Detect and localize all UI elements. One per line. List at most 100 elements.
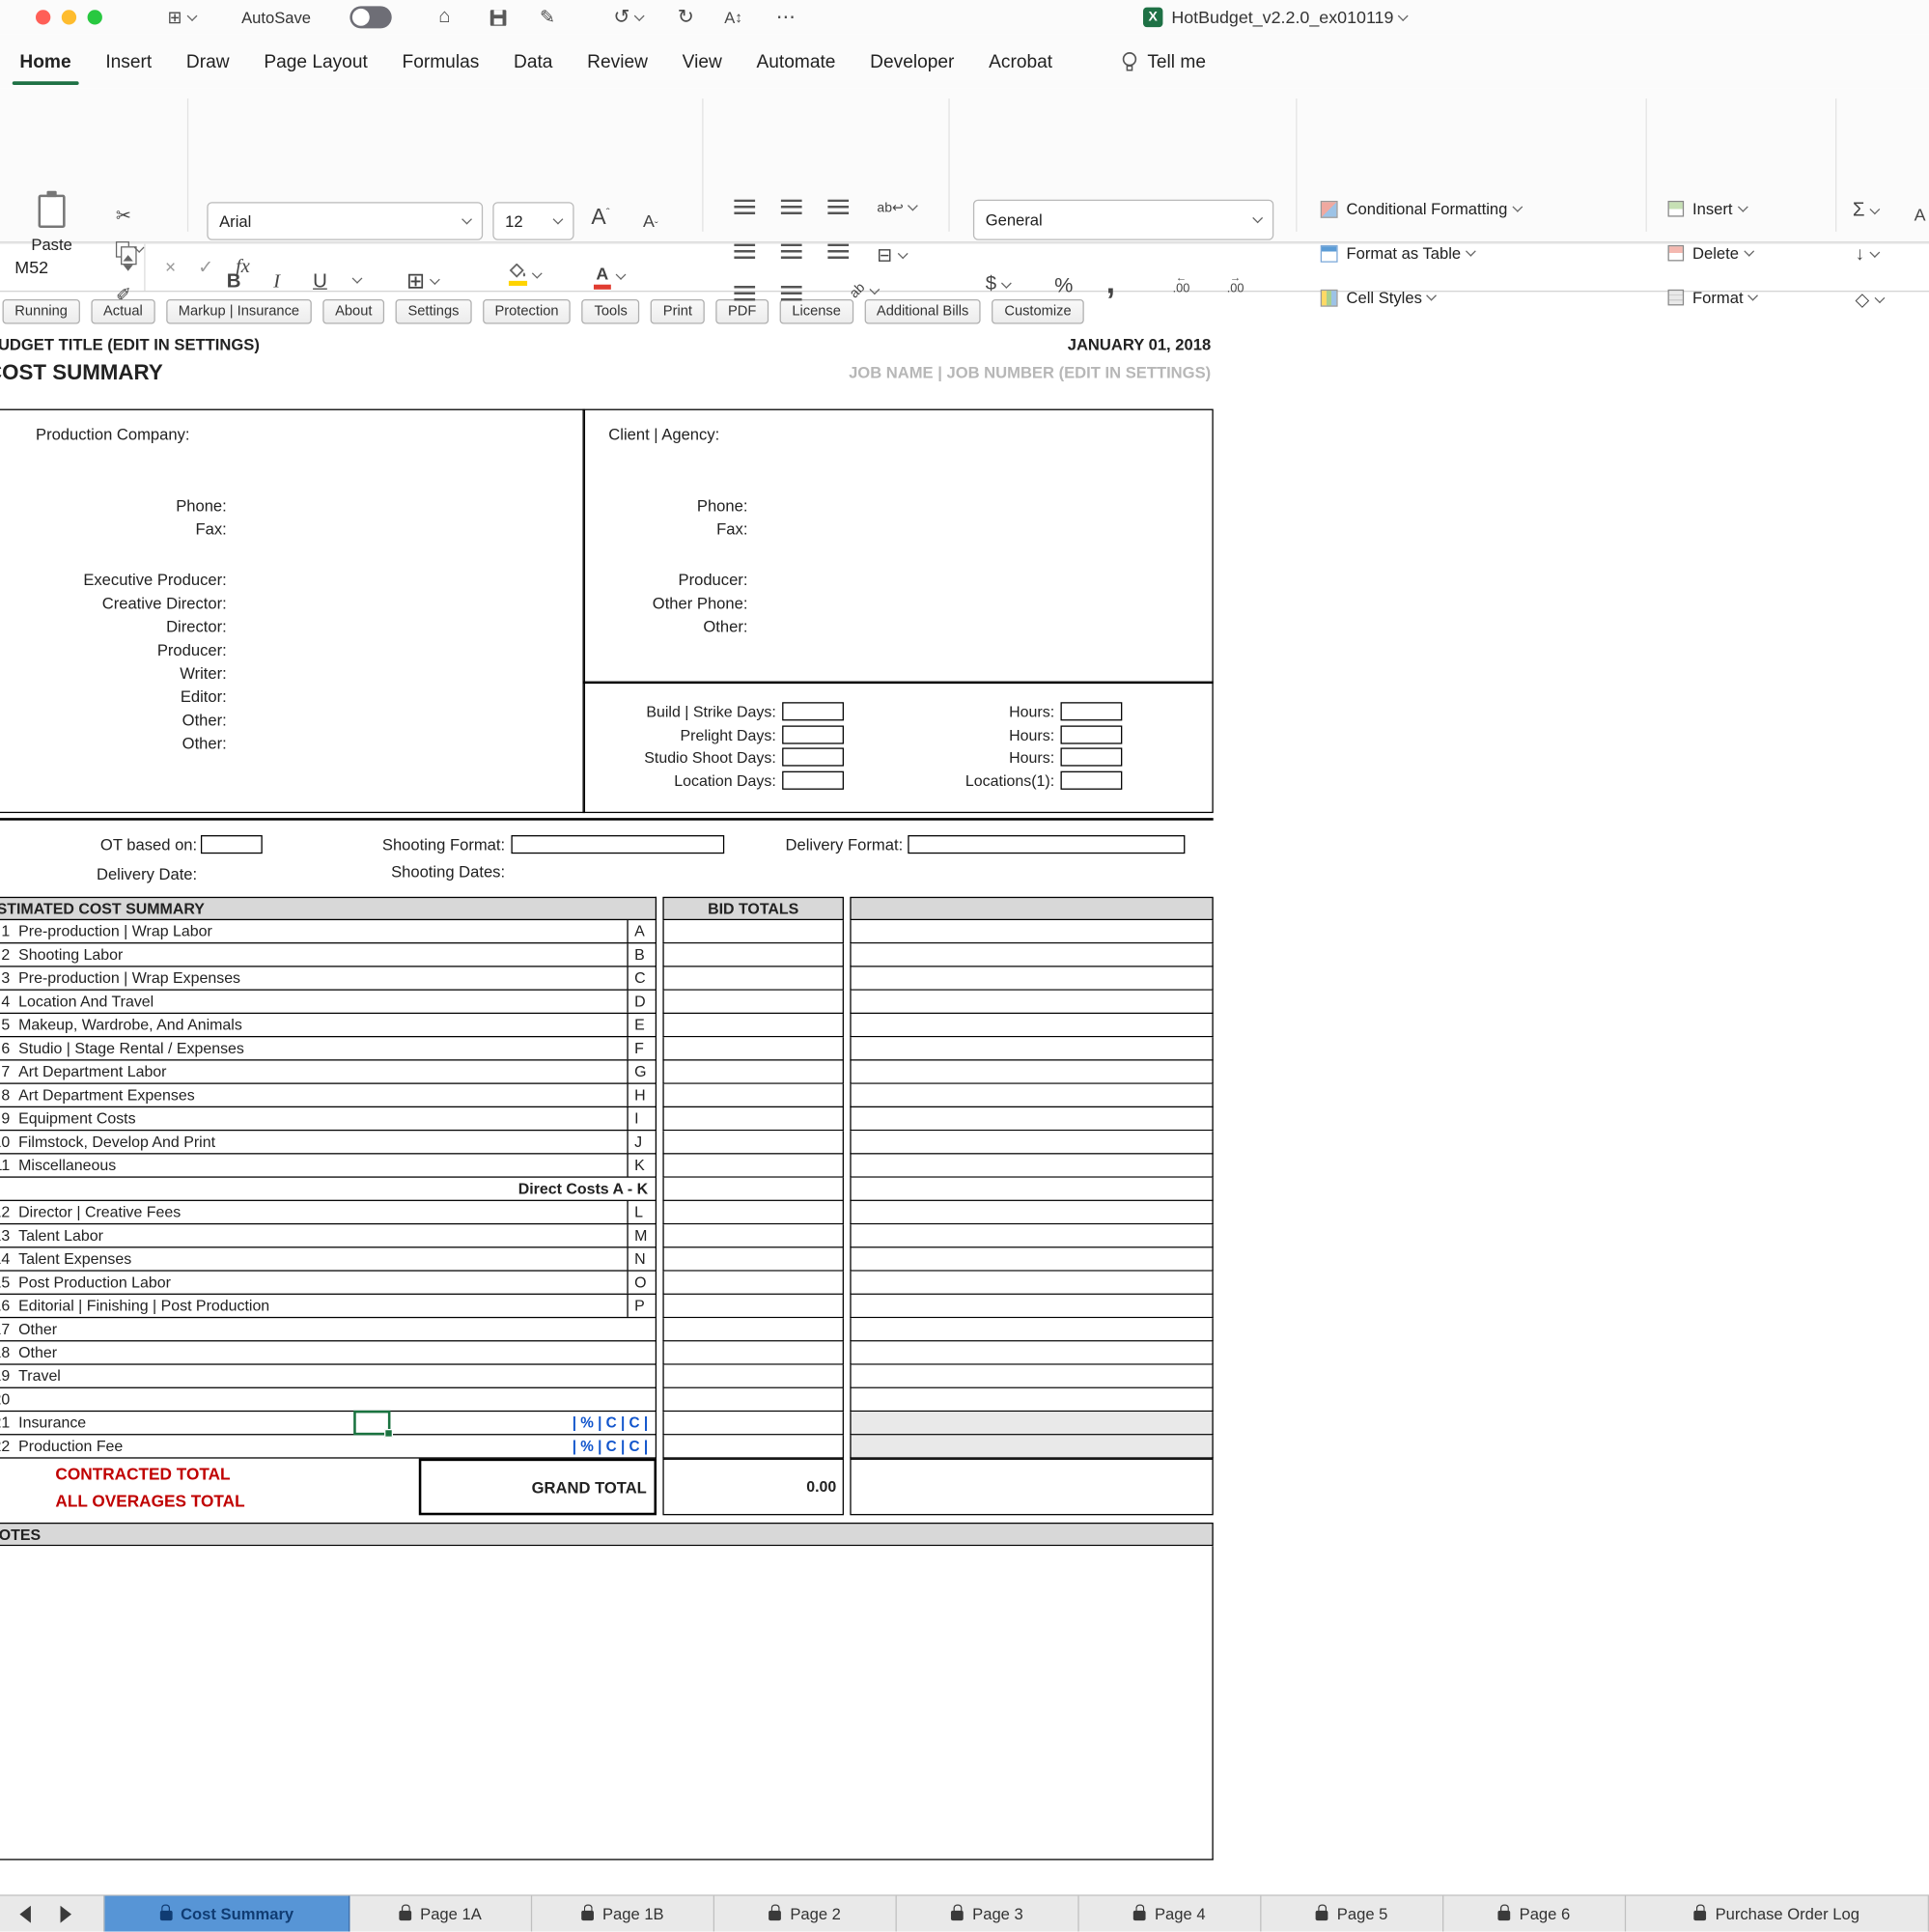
bid-total-cell[interactable] (662, 1061, 844, 1084)
bid-total-cell[interactable] (662, 1154, 844, 1177)
sheet-tab-page-1a[interactable]: Page 1A (349, 1896, 532, 1932)
row-description-cell[interactable]: 7Art Department LaborG (0, 1061, 657, 1084)
row-description-cell[interactable]: 10Filmstock, Develop And PrintJ (0, 1131, 657, 1154)
more-commands-icon[interactable]: ⋯ (776, 0, 796, 35)
increase-indent-button[interactable] (781, 286, 802, 302)
delivery-format-entry-box[interactable] (908, 835, 1185, 854)
row-description-cell[interactable]: 17Other (0, 1318, 657, 1341)
bid-total-cell[interactable] (662, 1014, 844, 1037)
autosave-toggle[interactable] (349, 0, 391, 35)
secondary-cell[interactable] (850, 1318, 1213, 1341)
underline-button[interactable]: U (313, 271, 327, 294)
toolbar-button-customize[interactable]: Customize (992, 298, 1084, 323)
worksheet[interactable]: BUDGET TITLE (EDIT IN SETTINGS) JANUARY … (0, 330, 1929, 1894)
secondary-cell[interactable] (850, 991, 1213, 1014)
secondary-cell[interactable] (850, 1435, 1213, 1458)
bold-button[interactable]: B (227, 271, 241, 294)
secondary-cell[interactable] (850, 1154, 1213, 1177)
align-right-button[interactable] (827, 244, 849, 261)
tell-me-button[interactable]: Tell me (1122, 50, 1206, 73)
increase-decimal-button[interactable]: ←.00 (1173, 271, 1190, 296)
font-color-button[interactable]: A (594, 264, 625, 290)
home-icon[interactable]: ⌂ (438, 0, 450, 35)
align-bottom-button[interactable] (827, 200, 849, 216)
notes-entry-area[interactable] (0, 1546, 1214, 1860)
grand-total-value-cell[interactable]: 0.00 (662, 1459, 844, 1516)
ribbon-tab-automate[interactable]: Automate (740, 38, 853, 86)
row-description-cell[interactable]: 16Editorial | Finishing | Post Productio… (0, 1295, 657, 1318)
comma-style-button[interactable]: , (1106, 264, 1115, 302)
zoom-window-button[interactable] (88, 10, 102, 24)
row-description-cell[interactable]: 4Location And TravelD (0, 991, 657, 1014)
shooting-format-entry-box[interactable] (511, 835, 724, 854)
cost-row[interactable]: 17Other (0, 1318, 1214, 1341)
bid-total-cell[interactable] (662, 1084, 844, 1107)
row-description-cell[interactable]: 20 (0, 1388, 657, 1412)
ot-entry-box[interactable] (201, 835, 263, 854)
ribbon-tab-data[interactable]: Data (496, 38, 570, 86)
row-description-cell[interactable]: 2Shooting LaborB (0, 943, 657, 966)
secondary-cell[interactable] (850, 1014, 1213, 1037)
redo-icon[interactable]: ↻ (678, 0, 694, 35)
bid-total-cell[interactable] (662, 943, 844, 966)
secondary-cell[interactable] (850, 1084, 1213, 1107)
decrease-indent-button[interactable] (734, 286, 755, 302)
next-sheet-arrow[interactable] (61, 1905, 71, 1922)
sheet-tab-page-5[interactable]: Page 5 (1261, 1896, 1443, 1932)
borders-button[interactable]: ⊞ (406, 268, 438, 294)
fill-button[interactable]: ↓ (1855, 244, 1878, 266)
name-box[interactable]: M52 (0, 244, 146, 291)
bid-total-cell[interactable] (662, 1037, 844, 1060)
grand-total-secondary-cell[interactable] (850, 1459, 1213, 1516)
toolbar-button-running[interactable]: Running (3, 298, 80, 323)
secondary-cell[interactable] (850, 967, 1213, 991)
edit-document-icon[interactable]: ✎ (540, 0, 555, 35)
cost-row[interactable]: 19Travel (0, 1365, 1214, 1388)
align-center-button[interactable] (781, 244, 802, 261)
entry-box[interactable] (1061, 770, 1123, 789)
row-description-cell[interactable]: 11MiscellaneousK (0, 1154, 657, 1177)
bid-total-cell[interactable] (662, 1178, 844, 1201)
italic-button[interactable]: I (273, 271, 280, 294)
row-description-cell[interactable]: 1Pre-production | Wrap LaborA (0, 920, 657, 943)
merge-center-button[interactable]: ⊟ (877, 244, 906, 266)
minimize-window-button[interactable] (62, 10, 76, 24)
cost-row[interactable]: 8Art Department ExpensesH (0, 1084, 1214, 1107)
confirm-entry-icon[interactable]: ✓ (198, 256, 213, 278)
secondary-cell[interactable] (850, 1272, 1213, 1295)
secondary-cell[interactable] (850, 1037, 1213, 1060)
align-middle-button[interactable] (781, 200, 802, 216)
cost-row[interactable]: 13Talent LaborM (0, 1224, 1214, 1247)
cost-row[interactable]: 21Insurance| % | C | C | (0, 1412, 1214, 1435)
row-description-cell[interactable]: Direct Costs A - K (0, 1178, 657, 1201)
toolbar-button-license[interactable]: License (780, 298, 853, 323)
row-description-cell[interactable]: 19Travel (0, 1365, 657, 1388)
cost-row[interactable]: Direct Costs A - K (0, 1178, 1214, 1201)
cost-row[interactable]: 16Editorial | Finishing | Post Productio… (0, 1295, 1214, 1318)
secondary-cell[interactable] (850, 1412, 1213, 1435)
entry-box[interactable] (1061, 702, 1123, 720)
cancel-entry-icon[interactable]: × (165, 257, 176, 278)
toolbar-button-tools[interactable]: Tools (582, 298, 640, 323)
bid-total-cell[interactable] (662, 1272, 844, 1295)
secondary-cell[interactable] (850, 1201, 1213, 1224)
cost-row[interactable]: 18Other (0, 1341, 1214, 1364)
toolbar-button-print[interactable]: Print (651, 298, 705, 323)
undo-icon[interactable]: ↺ (613, 0, 643, 35)
text-orientation-button[interactable]: ab (850, 283, 879, 297)
secondary-cell[interactable] (850, 1107, 1213, 1131)
secondary-cell[interactable] (850, 943, 1213, 966)
ribbon-tab-view[interactable]: View (665, 38, 740, 86)
shrink-font-button[interactable]: Aˇ (643, 210, 658, 232)
secondary-cell[interactable] (850, 1061, 1213, 1084)
save-icon[interactable] (490, 0, 507, 35)
cost-row[interactable]: 10Filmstock, Develop And PrintJ (0, 1131, 1214, 1154)
secondary-cell[interactable] (850, 1131, 1213, 1154)
row-description-cell[interactable]: 14Talent ExpensesN (0, 1247, 657, 1271)
row-description-cell[interactable]: 21Insurance| % | C | C | (0, 1412, 657, 1435)
sheet-tab-page-1b[interactable]: Page 1B (532, 1896, 714, 1932)
cost-row[interactable]: 3Pre-production | Wrap ExpensesC (0, 967, 1214, 991)
toolbar-button-protection[interactable]: Protection (483, 298, 572, 323)
sort-filter-button[interactable]: A (1915, 205, 1926, 224)
bid-total-cell[interactable] (662, 1107, 844, 1131)
